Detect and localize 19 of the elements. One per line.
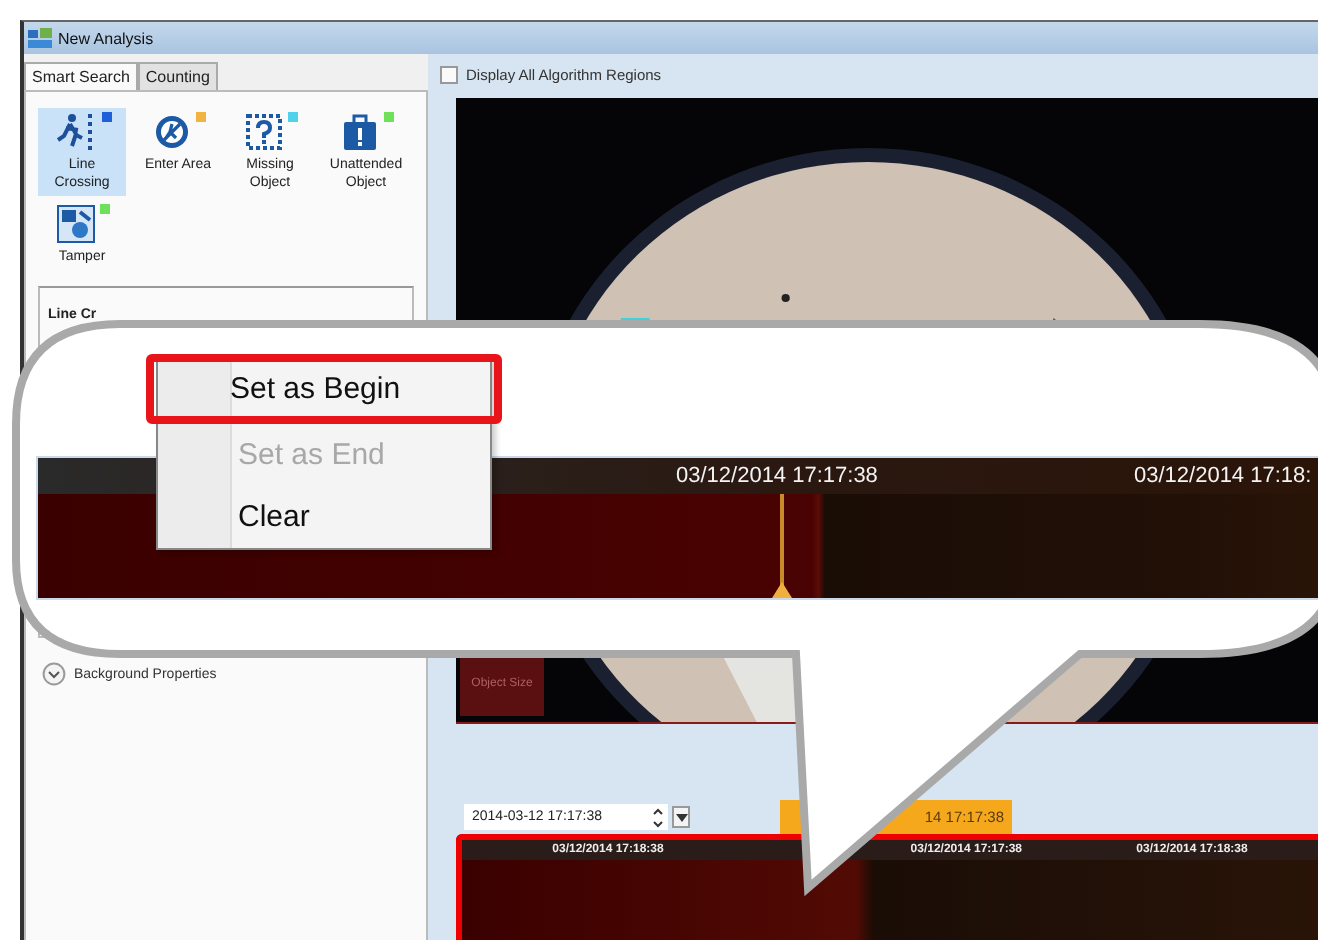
spinner-icon[interactable] bbox=[652, 805, 664, 829]
window-title: New Analysis bbox=[58, 29, 154, 47]
playhead-marker bbox=[772, 494, 792, 598]
checkbox[interactable] bbox=[440, 65, 458, 83]
menu-item[interactable]: Set as Begin bbox=[146, 354, 502, 424]
caret-icon bbox=[675, 813, 687, 821]
timeline-label: 03/12/2014 17:18: bbox=[1134, 464, 1312, 488]
question-box-icon bbox=[243, 112, 283, 152]
dropdown-button[interactable] bbox=[672, 806, 690, 828]
no-entry-figure-icon bbox=[151, 112, 191, 152]
tab[interactable]: Counting bbox=[137, 62, 218, 90]
menu-item[interactable]: Clear bbox=[158, 486, 490, 548]
tab[interactable]: Smart Search bbox=[24, 62, 138, 90]
running-figure-icon bbox=[53, 112, 97, 152]
camera-tamper-icon bbox=[55, 204, 95, 245]
app-icon bbox=[28, 28, 52, 48]
suitcase-icon bbox=[339, 112, 379, 152]
chevron-down-icon[interactable] bbox=[42, 662, 66, 687]
timeline-label: 03/12/2014 17:17:38 bbox=[676, 464, 878, 488]
